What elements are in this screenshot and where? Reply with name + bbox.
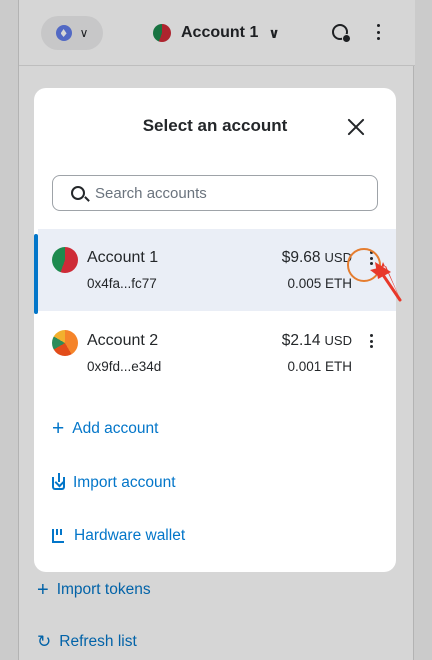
account-eth-balance: 0.001 ETH: [287, 359, 352, 374]
account-avatar-icon: [52, 330, 78, 356]
highlight-circle: [347, 248, 381, 282]
account-eth-balance: 0.005 ETH: [287, 276, 352, 291]
account-address: 0x4fa...fc77: [87, 276, 157, 291]
hardware-wallet-icon: [52, 529, 66, 543]
fiat-amount: $9.68: [281, 249, 321, 266]
account-options-kebab-icon[interactable]: [366, 332, 376, 350]
account-name: Account 1: [87, 249, 159, 266]
plus-icon: +: [52, 417, 65, 440]
account-name: Account 2: [87, 332, 159, 349]
search-field[interactable]: [52, 175, 378, 211]
import-account-label: Import account: [73, 474, 176, 491]
import-icon: [52, 472, 65, 490]
fiat-amount: $2.14: [281, 332, 321, 349]
add-account-button[interactable]: + Add account: [52, 418, 158, 439]
modal-title: Select an account: [142, 116, 288, 135]
account-address: 0x9fd...e34d: [87, 359, 162, 374]
close-icon[interactable]: [345, 116, 367, 138]
import-account-button[interactable]: Import account: [52, 472, 176, 492]
account-fiat-balance: $9.68 USD: [282, 249, 352, 267]
account-row-1[interactable]: Account 1 0x4fa...fc77 $9.68 USD 0.005 E…: [38, 229, 396, 311]
hardware-wallet-button[interactable]: Hardware wallet: [52, 527, 185, 545]
account-row-2[interactable]: Account 2 0x9fd...e34d $2.14 USD 0.001 E…: [38, 312, 396, 394]
add-account-label: Add account: [72, 419, 159, 437]
select-account-modal: Select an account Account 1 0x4fa...fc77…: [34, 88, 396, 572]
search-icon: [71, 186, 85, 200]
hardware-wallet-label: Hardware wallet: [74, 527, 186, 544]
search-input[interactable]: [95, 184, 377, 202]
selected-indicator: [34, 234, 38, 314]
fiat-currency: USD: [324, 333, 352, 348]
account-fiat-balance: $2.14 USD: [282, 332, 352, 350]
account-avatar-icon: [52, 247, 78, 273]
